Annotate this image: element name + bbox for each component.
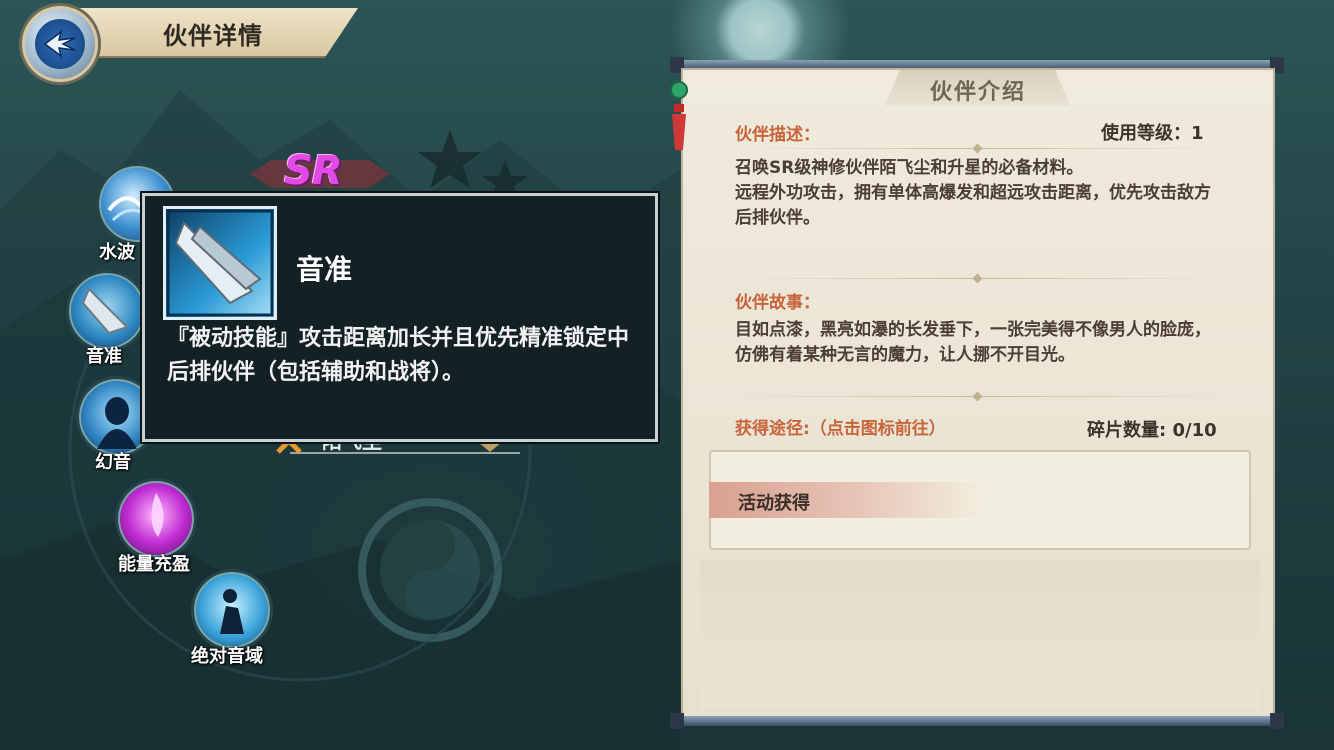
source-title: 获得途径:（点击图标前往） (735, 419, 946, 439)
scroll-bottom-cap-right (1270, 713, 1284, 729)
source-item-label[interactable]: 活动获得 (738, 489, 810, 515)
tooltip-skill-description: 『被动技能』攻击距离加长并且优先精准锁定中后排伙伴（包括辅助和战将）。 (167, 326, 630, 385)
energy-icon (151, 493, 164, 537)
skill-tooltip: 音准 『被动技能』攻击距离加长并且优先精准锁定中后排伙伴（包括辅助和战将）。 (142, 193, 658, 442)
back-button[interactable] (22, 6, 98, 82)
blade-icon (81, 287, 129, 335)
jade-tassel-icon (670, 81, 688, 150)
use-level: 使用等级：1 (1101, 123, 1204, 144)
scroll-bottom-cap-left (670, 713, 684, 729)
tooltip-skill-name: 音准 (296, 253, 353, 286)
blade-icon (163, 206, 277, 320)
description-line-1: 召唤SR级神修伙伴陌飞尘和升星的必备材料。 (735, 158, 1084, 178)
skill-accuracy[interactable] (66, 270, 148, 352)
page-title: 伙伴详情 (163, 22, 263, 50)
fragment-count: 碎片数量: 0/10 (1087, 420, 1217, 441)
story-text: 目如点漆，黑亮如瀑的长发垂下，一张完美得不像男人的脸庞，仿佛有着某种无言的魔力，… (735, 320, 1211, 365)
skill-absolute-range[interactable] (191, 569, 273, 651)
rarity-badge: SR (284, 148, 343, 194)
skill-label-phantom: 幻音 (95, 452, 131, 473)
description-title: 伙伴描述： (735, 125, 820, 145)
skill-label-absolute-range: 绝对音域 (191, 646, 263, 667)
skill-label-accuracy: 音准 (86, 346, 122, 367)
silhouette-icon (220, 589, 244, 634)
skill-energy[interactable] (115, 478, 197, 560)
panel-title: 伙伴介绍 (930, 80, 1027, 105)
back-arrow-icon (35, 19, 85, 69)
panel-lower-area (700, 560, 1260, 710)
scroll-bottom-rod (670, 716, 1284, 726)
story-title: 伙伴故事： (735, 293, 820, 313)
skill-label-water-wave: 水波 (99, 242, 135, 263)
skill-label-energy: 能量充盈 (118, 554, 190, 575)
description-line-2: 远程外功攻击，拥有单体高爆发和超远攻击距离，优先攻击敌方后排伙伴。 (735, 183, 1211, 228)
